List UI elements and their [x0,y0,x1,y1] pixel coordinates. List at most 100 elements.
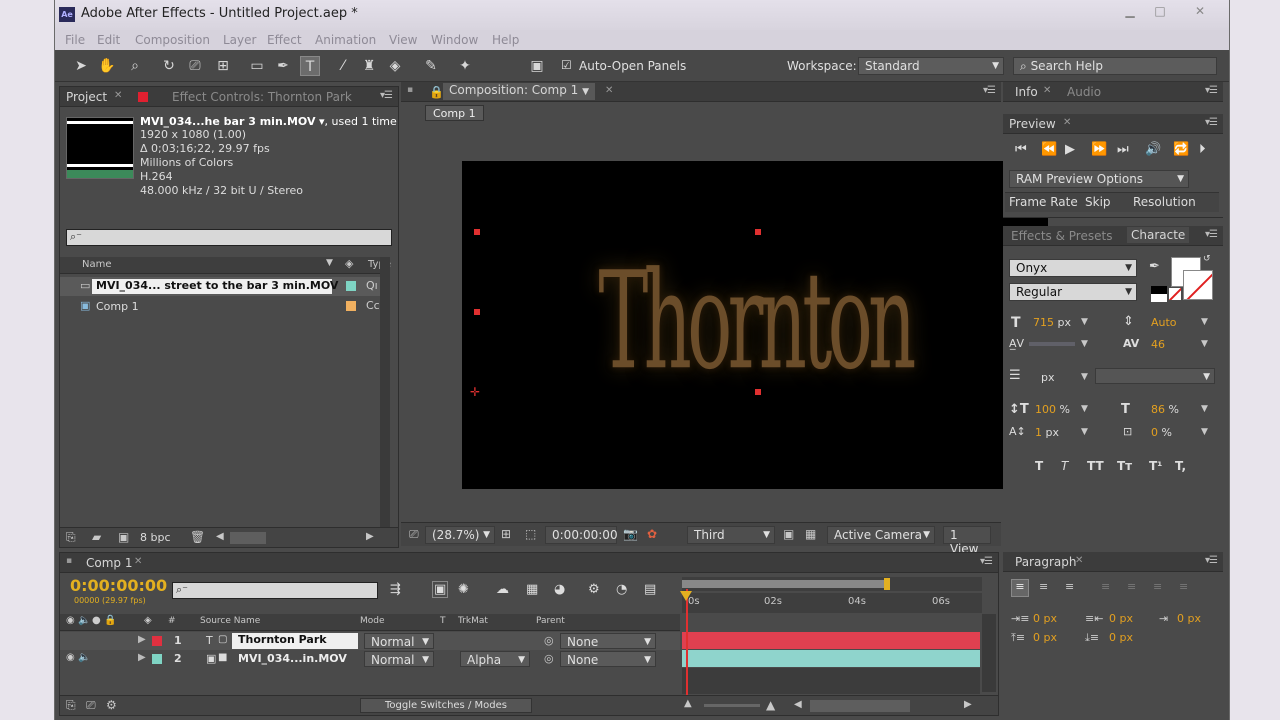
sort-chevron-icon[interactable]: ▼ [326,258,333,268]
no-color-chip[interactable] [1169,288,1181,300]
trash-icon[interactable]: 🗑 [190,530,205,544]
all-caps-button[interactable]: TT [1087,459,1104,473]
scroll-left-icon[interactable]: ◀ [216,531,224,542]
timeline-vertical-scrollbar[interactable] [982,614,996,692]
justify-all-icon[interactable]: ≡ [1179,580,1188,593]
audio-icon[interactable]: 🔈 [78,615,90,626]
tab-effects-presets[interactable]: Effects & Presets [1011,229,1112,243]
layer-duration-bar[interactable] [682,632,980,649]
work-area-range[interactable] [682,580,888,588]
type-tool-icon[interactable]: T [300,56,320,76]
kerning-value[interactable] [1029,342,1075,346]
indent-right-value[interactable]: 0 px [1109,612,1133,625]
parent-pickwhip-icon[interactable]: ◎ [544,634,554,647]
black-color-chip[interactable] [1151,286,1167,294]
live-update-icon[interactable]: ▣ [432,581,449,598]
video-visibility-icon[interactable]: ◉ [66,652,75,663]
close-icon[interactable]: ✕ [134,556,142,567]
graph-editor-icon[interactable]: ▤ [644,582,656,597]
layer-parent-dropdown[interactable]: None ▼ [560,651,656,667]
selection-tool-icon[interactable]: ➤ [71,56,91,76]
panel-menu-icon[interactable]: ▾☰ [1205,229,1218,240]
new-folder-icon[interactable]: ▰ [92,530,101,544]
clone-stamp-tool-icon[interactable]: ♜ [359,56,379,76]
composition-viewer[interactable]: Thornton Park ✛ [462,161,1048,489]
project-item-name[interactable]: Comp 1 [96,300,139,313]
tracking-value[interactable]: 46 [1151,338,1165,351]
stroke-width-unit[interactable]: px [1041,371,1055,384]
font-style-dropdown[interactable]: Regular ▼ [1009,283,1137,301]
align-right-icon[interactable]: ≡ [1065,580,1074,593]
project-item-row[interactable]: ▣ Comp 1 Cc [60,297,390,316]
scroll-left-icon[interactable]: ◀ [794,699,802,710]
stretch-icon[interactable]: ⚙ [106,698,117,712]
frame-blending-icon[interactable]: ▦ [526,582,538,597]
label-tag-icon[interactable]: ◈ [345,257,353,270]
timeline-zoom-slider[interactable] [704,704,760,707]
resolution-dropdown[interactable]: Third ▼ [687,526,775,544]
transfer-controls-icon[interactable]: ⎚ [86,698,96,713]
audio-mute-icon[interactable]: 🔊 [1145,142,1161,157]
label-tag-icon[interactable]: ◈ [144,615,152,626]
tab-preview[interactable]: Preview [1009,117,1056,131]
white-color-chip[interactable] [1151,294,1167,302]
chevron-down-icon[interactable]: ▼ [1081,317,1088,327]
tab-info[interactable]: Info [1015,85,1038,99]
expand-triangle-icon[interactable]: ▶ [138,652,146,663]
justify-last-left-icon[interactable]: ≡ [1101,580,1110,593]
horizontal-scale-value[interactable]: 86 % [1151,403,1179,416]
search-help-field[interactable]: ⌕ Search Help [1013,57,1217,75]
menu-window[interactable]: Window [431,33,478,47]
brainstorm-icon[interactable]: ⚙ [588,582,600,597]
menu-file[interactable]: File [65,33,85,47]
faux-bold-button[interactable]: T [1035,459,1043,473]
layer-name[interactable]: MVI_034...in.MOV [238,652,347,665]
show-channel-icon[interactable]: ✿ [647,527,657,541]
chevron-down-icon[interactable]: ▼ [1201,317,1208,327]
project-search-input[interactable]: ⌕⁻ [66,229,392,246]
superscript-button[interactable]: T¹ [1149,459,1162,473]
current-time-display[interactable]: 0:00:00:00 [545,526,618,544]
comp-mini-flowchart-icon[interactable]: ⇶ [390,582,401,597]
layer-switches-icon[interactable]: ⎘ [66,698,76,713]
chevron-down-icon[interactable]: ▼ [1081,404,1088,414]
chevron-down-icon[interactable]: ▼ [1201,427,1208,437]
bounding-handle[interactable] [474,229,480,235]
align-center-icon[interactable]: ≡ [1039,580,1048,593]
swap-colors-icon[interactable]: ↺ [1203,254,1211,264]
layer-trkmat-dropdown[interactable]: Alpha ▼ [460,651,530,667]
hide-shy-layers-icon[interactable]: ☁ [496,582,509,597]
tab-character[interactable]: Characte [1127,227,1190,243]
layer-parent-dropdown[interactable]: None ▼ [560,633,656,649]
workspace-dropdown[interactable]: Standard ▼ [858,57,1004,75]
snapshot-icon[interactable]: 📷 [623,527,638,541]
project-scrollbar[interactable] [380,257,390,527]
parent-pickwhip-icon[interactable]: ◎ [544,652,554,665]
solo-icon[interactable]: ● [92,615,101,626]
tsume-value[interactable]: 0 % [1151,426,1172,439]
horizontal-scroll-thumb[interactable] [810,700,910,712]
previous-frame-icon[interactable]: ⏪ [1041,142,1057,157]
audio-icon[interactable]: 🔈 [78,652,90,663]
transparency-grid-icon[interactable]: ▦ [805,527,816,541]
motion-blur-icon[interactable]: ◕ [554,582,565,597]
baseline-shift-value[interactable]: 1 px [1035,426,1059,439]
scroll-right-icon[interactable]: ▶ [964,699,972,710]
comp-breadcrumb[interactable]: Comp 1 [425,105,484,121]
chevron-down-icon[interactable]: ▼ [1201,404,1208,414]
expand-triangle-icon[interactable]: ▶ [138,634,146,645]
first-frame-icon[interactable]: ⏮ [1015,142,1027,157]
zoom-tool-icon[interactable]: ⌕ [125,56,145,76]
menu-composition[interactable]: Composition [135,33,210,47]
interpret-footage-icon[interactable]: ⎘ [66,530,76,545]
leading-value[interactable]: Auto [1151,316,1177,329]
chevron-down-icon[interactable]: ▼ [1201,339,1208,349]
tab-paragraph[interactable]: Paragraph [1015,555,1076,569]
toggle-switches-modes-button[interactable]: Toggle Switches / Modes [360,698,532,713]
work-area-end-handle[interactable] [884,578,890,590]
ram-preview-icon[interactable]: ⏵ [1199,142,1206,157]
close-icon[interactable]: ✕ [114,90,122,101]
vertical-scale-value[interactable]: 100 % [1035,403,1070,416]
chevron-down-icon[interactable]: ▾ [315,115,325,128]
eraser-tool-icon[interactable]: ◈ [385,56,405,76]
